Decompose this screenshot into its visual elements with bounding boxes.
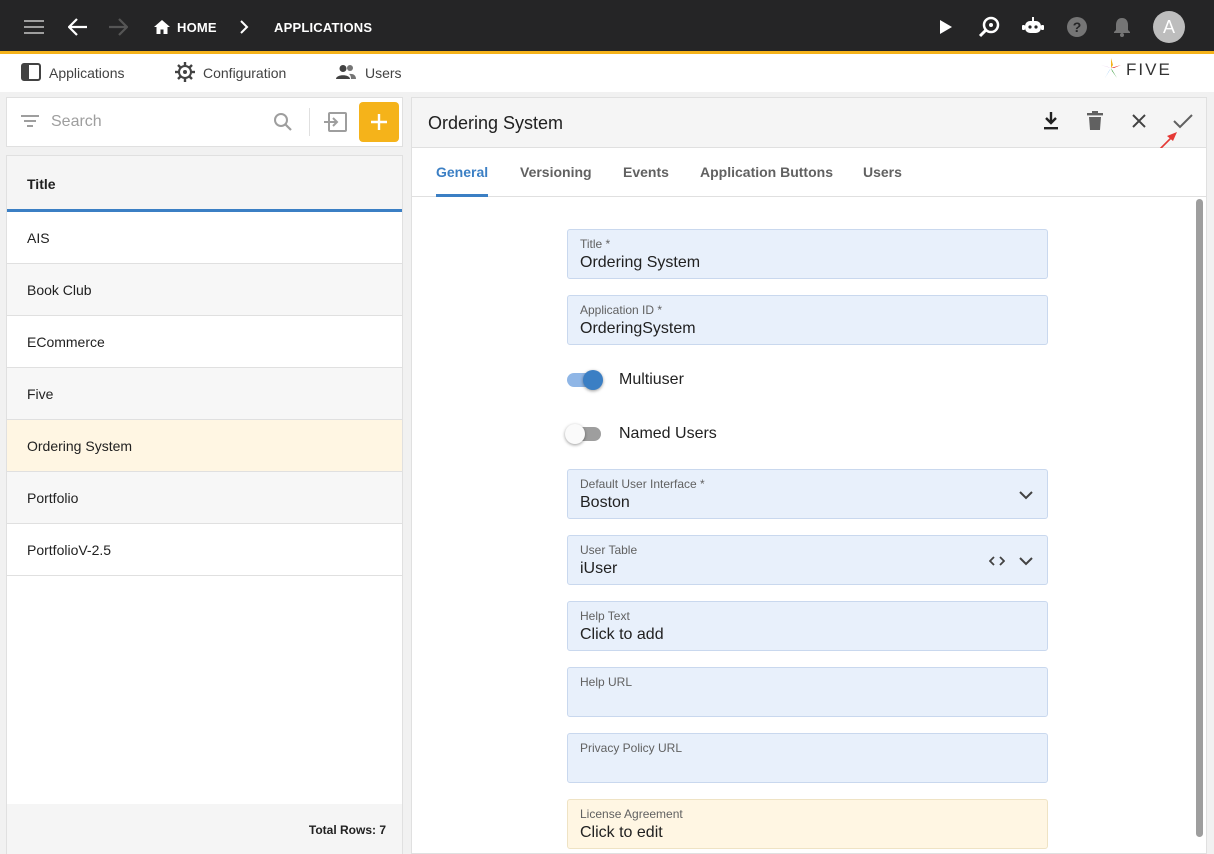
users-group-icon [335,64,357,83]
applications-table: Title AIS Book Club ECommerce Five Ordering … [6,155,403,854]
application-form-panel: Ordering System General Versioning Event… [411,97,1207,854]
privacy-policy-url-label: Privacy Policy URL [580,741,683,755]
application-id-value: OrderingSystem [580,320,696,337]
close-icon [1131,113,1147,134]
named-users-toggle-knob [565,424,585,444]
table-row[interactable]: Ordering System [7,420,402,472]
column-header-title[interactable]: Title [7,156,402,212]
title-field-label: Title * [580,237,611,251]
delete-button[interactable] [1082,110,1108,136]
top-app-bar: HOME APPLICATIONS ? A [0,0,1214,54]
list-toolbar: Search [6,97,403,147]
table-row[interactable]: Portfolio [7,472,402,524]
tab-users[interactable]: Users [863,164,902,180]
application-id-field[interactable]: Application ID * OrderingSystem [567,295,1048,345]
multiuser-label: Multiuser [619,371,684,388]
user-table-label: User Table [580,543,638,557]
default-user-interface-select[interactable]: Default User Interface * Boston [567,469,1048,519]
download-button[interactable] [1038,110,1064,136]
help-text-field[interactable]: Help Text Click to add [567,601,1048,651]
trash-icon [1087,110,1103,136]
notifications-bell-icon[interactable] [1107,12,1137,42]
download-icon [1043,111,1059,136]
table-row[interactable]: Book Club [7,264,402,316]
named-users-toggle-row: Named Users [565,422,717,446]
form-scrollbar-thumb[interactable] [1196,199,1203,837]
form-scrollbar[interactable] [1194,199,1204,849]
run-play-icon[interactable] [931,12,961,42]
filter-icon[interactable] [21,114,39,133]
five-logo: FIVE [1100,57,1172,84]
search-input[interactable]: Search [51,113,102,131]
menu-users[interactable]: Users [335,62,402,84]
five-logo-text: FIVE [1126,60,1172,79]
title-field[interactable]: Title * Ordering System [567,229,1048,279]
form-tabs: General Versioning Events Application Bu… [412,148,1206,197]
assistant-robot-icon[interactable] [1018,12,1048,42]
tab-general[interactable]: General [436,164,488,180]
five-star-logo-icon [1100,57,1122,84]
multiuser-toggle-row: Multiuser [567,368,684,392]
table-row[interactable]: PortfolioV-2.5 [7,524,402,576]
import-icon[interactable] [323,112,347,137]
table-row[interactable]: Five [7,368,402,420]
hamburger-menu-icon[interactable] [19,12,49,42]
search-icon[interactable] [273,112,293,137]
home-icon[interactable] [147,12,177,42]
tab-versioning[interactable]: Versioning [520,164,592,180]
help-text-value: Click to add [580,626,664,643]
chevron-down-icon[interactable] [1016,485,1036,505]
applications-icon [21,62,41,84]
forward-arrow-icon[interactable] [103,12,133,42]
active-tab-indicator [436,194,488,197]
applications-list-panel: Search Title AIS Book Club ECommerce Five Or… [6,97,403,854]
svg-text:?: ? [1073,19,1082,35]
configuration-gear-icon [175,61,195,85]
menu-configuration-label: Configuration [203,65,287,81]
table-row[interactable]: ECommerce [7,316,402,368]
help-url-field[interactable]: Help URL [567,667,1048,717]
menu-configuration[interactable]: Configuration [175,61,287,85]
menu-users-label: Users [365,65,402,81]
search-chat-icon[interactable] [974,12,1004,42]
multiuser-toggle-knob [583,370,603,390]
menu-applications-label: Applications [49,65,125,81]
help-icon[interactable]: ? [1062,12,1092,42]
total-rows: Total Rows: 7 [7,804,402,854]
tab-application-buttons[interactable]: Application Buttons [700,164,833,180]
named-users-label: Named Users [619,425,717,442]
license-agreement-value: Click to edit [580,824,663,841]
help-text-label: Help Text [580,609,630,623]
multiuser-toggle[interactable] [567,370,603,390]
help-url-label: Help URL [580,675,633,689]
tab-events[interactable]: Events [623,164,669,180]
back-arrow-icon[interactable] [63,12,93,42]
table-rows: AIS Book Club ECommerce Five Ordering System… [7,212,402,576]
user-table-select[interactable]: User Table iUser [567,535,1048,585]
user-table-value: iUser [580,560,618,577]
breadcrumb-applications[interactable]: APPLICATIONS [274,20,372,35]
title-field-value: Ordering System [580,254,701,271]
license-agreement-label: License Agreement [580,807,683,821]
application-id-label: Application ID * [580,303,663,317]
toolbar-divider [309,108,310,136]
menu-applications[interactable]: Applications [21,62,125,84]
chevron-down-icon[interactable] [1016,551,1036,571]
form-title: Ordering System [428,113,564,133]
named-users-toggle[interactable] [565,424,601,444]
breadcrumb-home[interactable]: HOME [177,20,217,35]
chevron-right-icon [229,12,259,42]
close-button[interactable] [1126,110,1152,136]
privacy-policy-url-field[interactable]: Privacy Policy URL [567,733,1048,783]
form-header: Ordering System [412,98,1206,148]
code-brackets-icon[interactable] [987,551,1007,571]
table-row[interactable]: AIS [7,212,402,264]
add-application-button[interactable] [359,102,399,142]
user-avatar[interactable]: A [1153,11,1185,43]
default-user-interface-value: Boston [580,494,630,511]
main-menu: Applications Configuration Users [0,54,1214,92]
default-user-interface-label: Default User Interface * [580,477,705,491]
license-agreement-field[interactable]: License Agreement Click to edit [567,799,1048,849]
